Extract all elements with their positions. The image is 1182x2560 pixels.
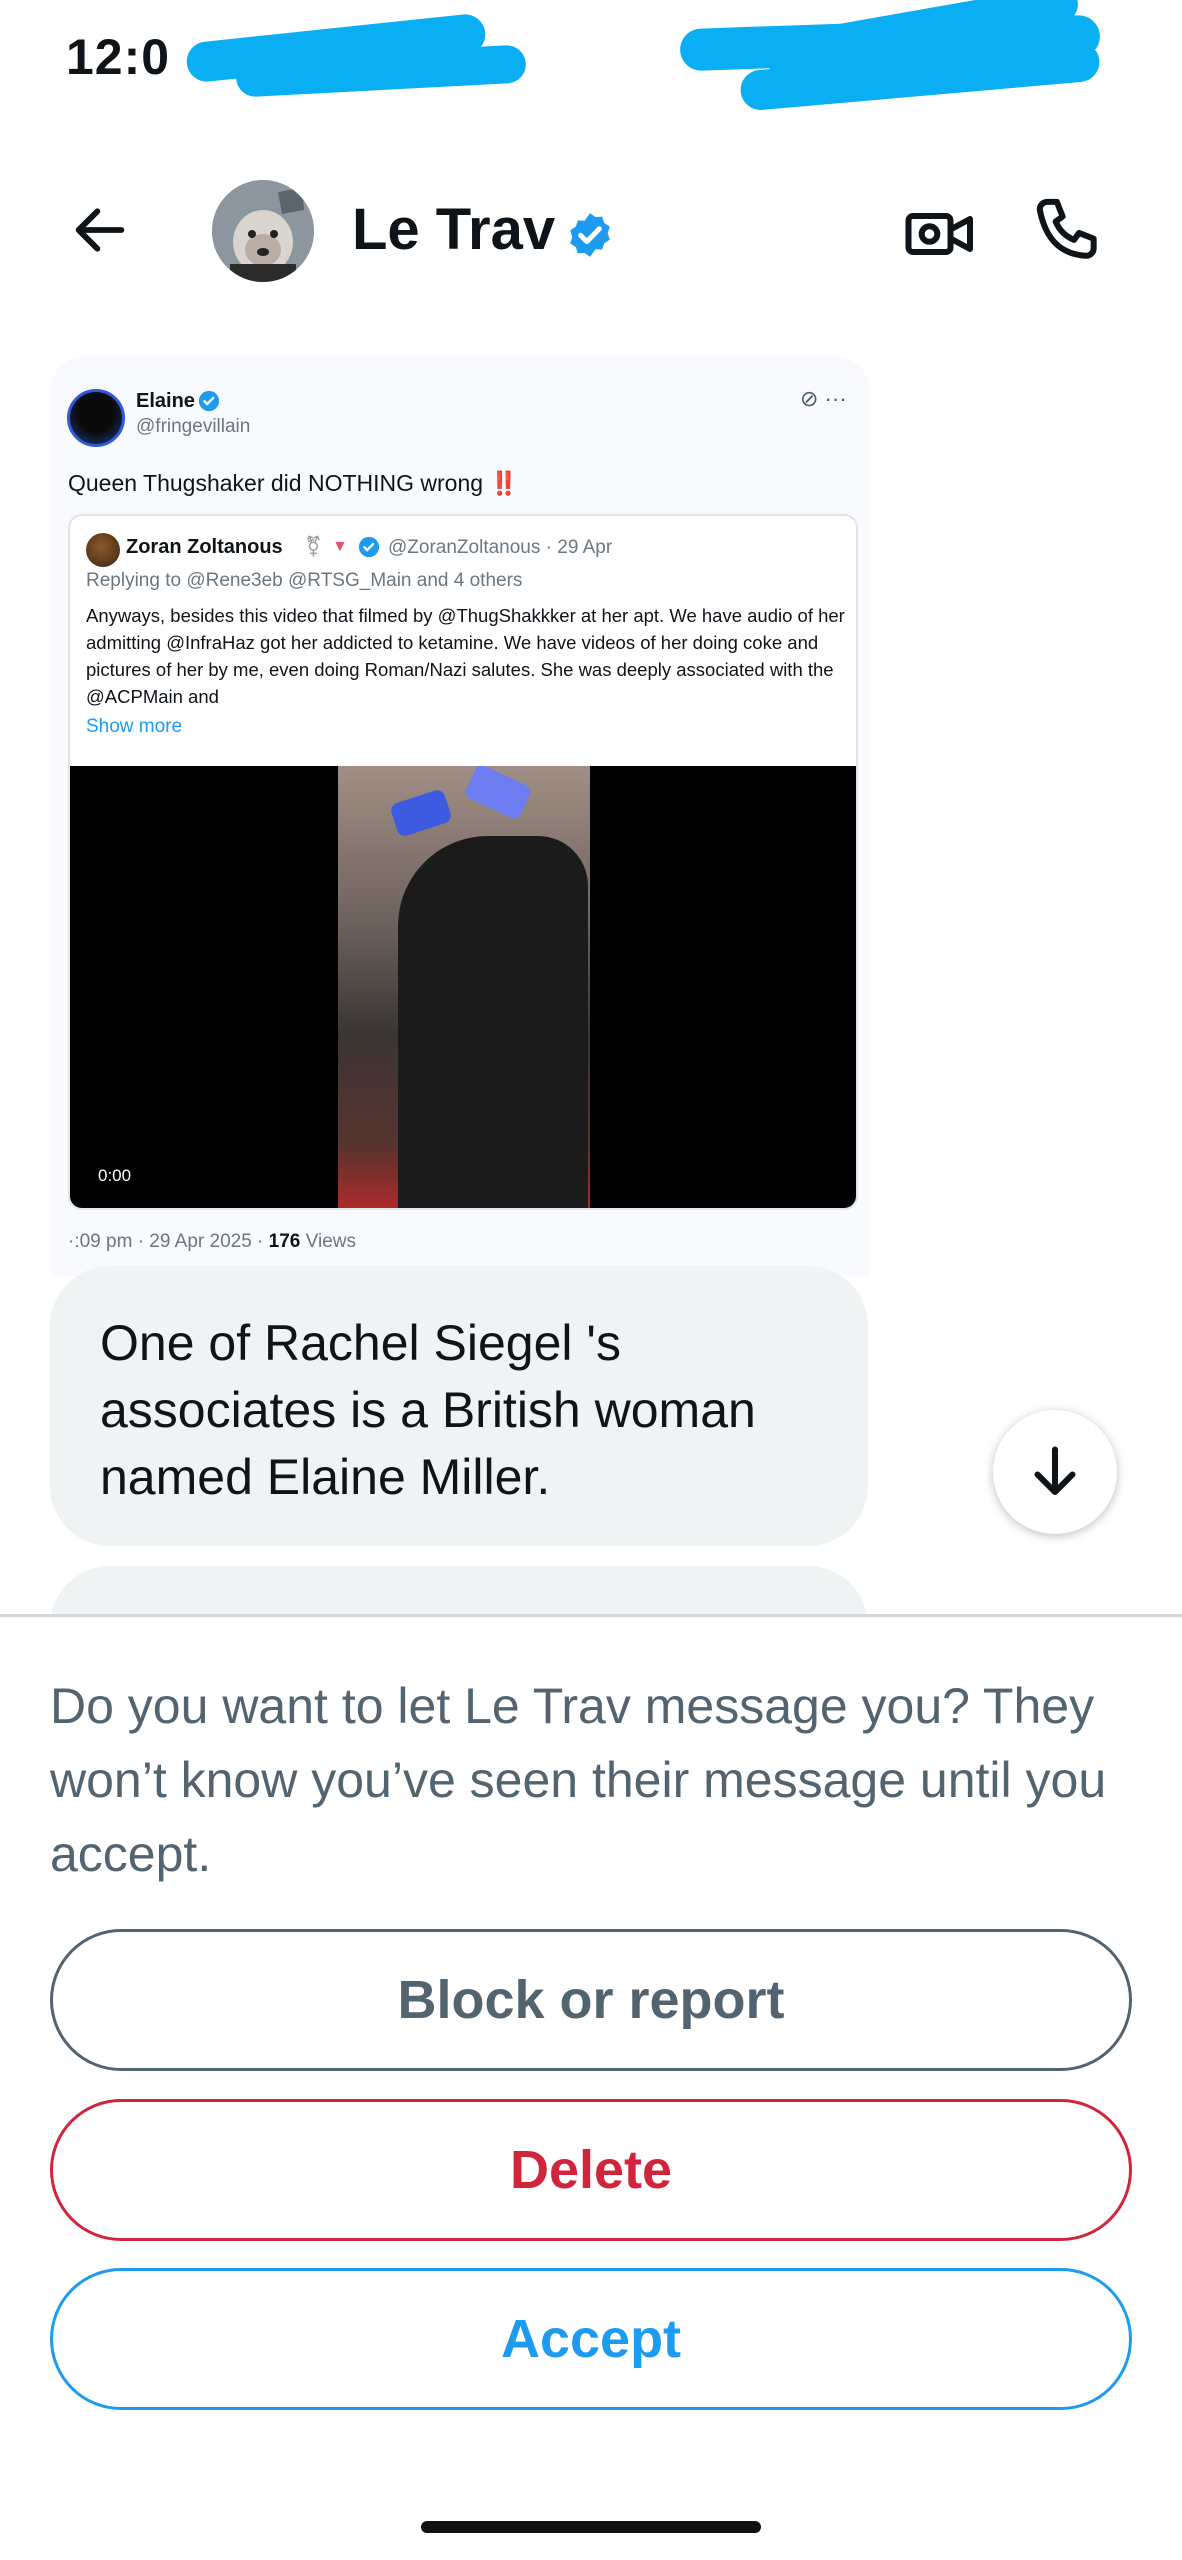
phone-call-button[interactable] (1030, 194, 1106, 270)
video-phone-shape (389, 788, 453, 838)
transgender-symbol-icon: ⚧ (305, 536, 322, 558)
quoted-body: Anyways, besides this video that filmed … (86, 605, 845, 707)
double-exclamation-icon: ‼️ (489, 470, 519, 496)
message-bubble[interactable]: One of Rachel Siegel 's associates is a … (50, 1266, 868, 1546)
block-or-report-button[interactable]: Block or report (50, 1929, 1132, 2071)
video-phone-shape (463, 766, 533, 821)
video-timestamp: 0:00 (98, 1166, 132, 1185)
verified-badge-icon (570, 213, 610, 257)
tweet-author-handle: @fringevillain (136, 416, 251, 437)
avatar[interactable] (212, 180, 314, 282)
video-call-button[interactable] (904, 198, 976, 270)
quoted-author-avatar (86, 533, 120, 567)
delete-button[interactable]: Delete (50, 2099, 1132, 2241)
show-more-link: Show more (86, 716, 183, 737)
red-triangle-icon: ▼ (332, 538, 348, 555)
back-button[interactable] (60, 190, 140, 270)
scroll-to-bottom-button[interactable] (993, 1410, 1117, 1534)
verified-badge-icon (198, 390, 220, 412)
message-thread[interactable]: Elaine @fringevillain ⊘ ··· Queen Thugsh… (0, 330, 1182, 1615)
tweet-author-avatar (67, 389, 125, 447)
accept-button[interactable]: Accept (50, 2268, 1132, 2410)
video-frame (338, 766, 590, 1208)
dog-avatar-image (212, 180, 314, 282)
quoted-author-name: Zoran Zoltanous (126, 536, 283, 558)
tweet-tools: ⊘ ··· (800, 386, 847, 411)
message-request-prompt: Do you want to let Le Trav message you? … (50, 1678, 1107, 1882)
arrow-down-icon (1034, 1446, 1076, 1495)
quoted-handle-date: @ZoranZoltanous · 29 Apr (388, 537, 613, 558)
video-thumbnail: 0:00 (70, 766, 856, 1208)
message-bubble[interactable] (50, 1566, 868, 1615)
tweet-views-count: 176 (268, 1231, 301, 1252)
tweet-text: Queen Thugshaker did NOTHING wrong ‼️ (68, 470, 518, 497)
tweet-timestamp: ·:09 pm · 29 Apr 2025 · (68, 1231, 269, 1252)
contact-name[interactable]: Le Trav (352, 196, 555, 263)
shared-tweet-image[interactable]: Elaine @fringevillain ⊘ ··· Queen Thugsh… (50, 356, 870, 1276)
home-indicator[interactable] (421, 2521, 761, 2533)
video-figure (398, 836, 588, 1208)
tweet-footer: ·:09 pm · 29 Apr 2025 · 176 Views (68, 1231, 356, 1253)
message-text: One of Rachel Siegel 's associates is a … (100, 1315, 756, 1505)
quoted-replying-to: Replying to @Rene3eb @RTSG_Main and 4 ot… (86, 570, 523, 591)
quoted-tweet: Zoran Zoltanous ⚧ ▼ @ZoranZoltanous · 29… (68, 514, 858, 1210)
status-time: 12:0 (66, 29, 171, 85)
tweet-author-name: Elaine (136, 390, 195, 412)
tweet-views-label: Views (300, 1231, 356, 1252)
verified-badge-icon (358, 536, 380, 558)
conversation-header: Le Trav (0, 160, 1182, 310)
tweet-text-body: Queen Thugshaker did NOTHING wrong (68, 470, 484, 496)
message-request-panel: Do you want to let Le Trav message you? … (0, 1614, 1182, 2560)
status-bar: 12:0 (0, 0, 1182, 120)
arrow-left-icon (75, 208, 125, 252)
